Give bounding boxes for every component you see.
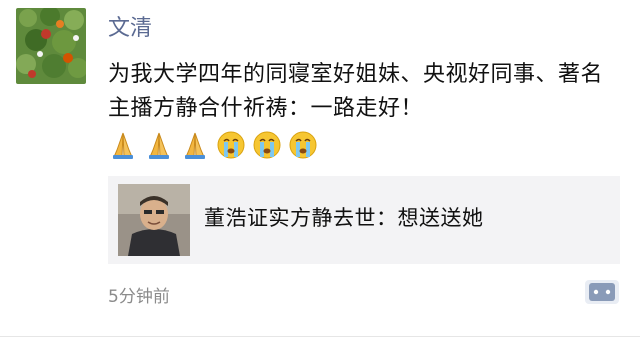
comment-dots-icon (585, 280, 619, 304)
post-timestamp: 5分钟前 (108, 287, 170, 307)
praying-hands-icon (113, 132, 133, 159)
link-title: 董浩证实方静去世：想送送她 (204, 206, 484, 230)
comment-button[interactable] (584, 278, 620, 306)
feed-divider (0, 336, 640, 337)
avatar[interactable] (16, 8, 86, 84)
post-text: 为我大学四年的同寝室好姐妹、央视好同事、著名主播方静合什祈祷：一路走好！ (108, 62, 604, 121)
avatar-image (16, 8, 86, 84)
crying-face-icon (253, 131, 281, 159)
praying-hands-icon (185, 132, 205, 159)
link-thumbnail (118, 184, 190, 256)
praying-hands-icon (149, 132, 169, 159)
shared-link-card[interactable]: 董浩证实方静去世：想送送她 (108, 176, 620, 264)
crying-face-icon (217, 131, 245, 159)
emoji-row (108, 128, 318, 162)
crying-face-icon (289, 131, 317, 159)
author-name[interactable]: 文清 (108, 10, 152, 42)
